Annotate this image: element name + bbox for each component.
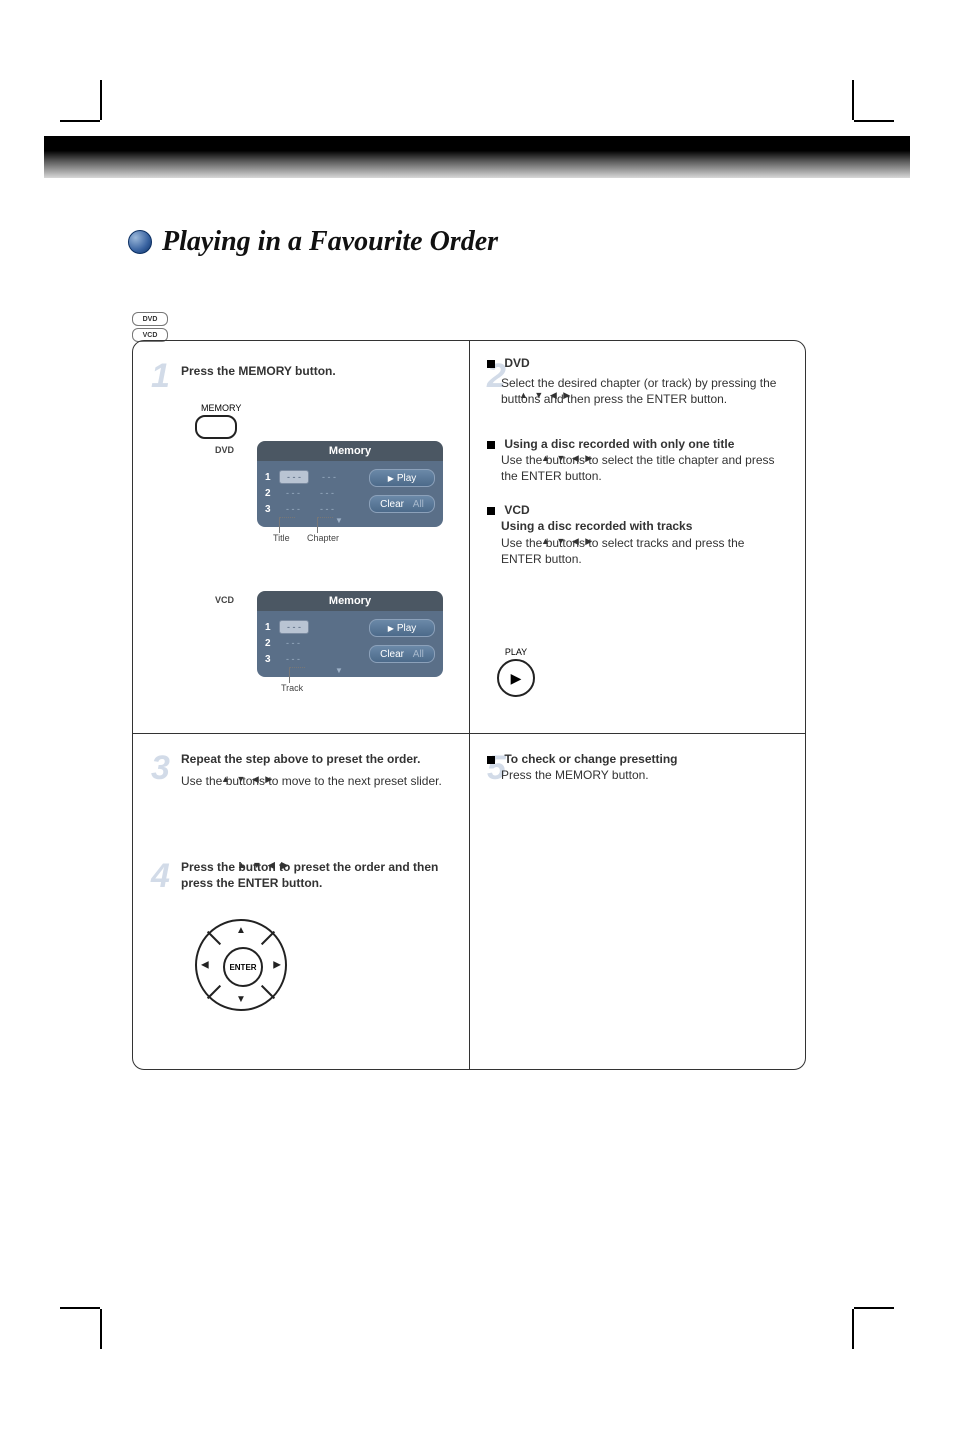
divider (469, 733, 470, 1069)
play-label: PLAY (497, 647, 535, 657)
step-1: 1 Press the MEMORY button. MEMORY Memory… (147, 341, 455, 733)
manual-page: Playing in a Favourite Order DVD VCD 1 P… (0, 0, 954, 1429)
slot: - - - (313, 487, 341, 499)
osd-clear-btn: Clear All (369, 645, 435, 663)
step2-track-line: Using a disc recorded with tracks (501, 518, 787, 534)
step2-track-body: Use the buttons to select tracks and pre… (501, 535, 787, 567)
play-button-illustration: PLAY ▶ (497, 647, 535, 697)
arrow-icons: ▲ ▼ ◀ ▶ (237, 859, 290, 871)
scroll-down-icon: ▼ (335, 666, 343, 675)
callout-track: Track (281, 683, 303, 693)
callout-chapter: Chapter (307, 533, 339, 543)
cropmark (852, 1309, 854, 1349)
callout-title: Title (273, 533, 290, 543)
dvd-badge: DVD (132, 312, 168, 326)
memory-btn-label: MEMORY (201, 403, 241, 413)
osd-dvd-label: DVD (215, 445, 234, 455)
step-number: 3 (151, 749, 170, 788)
slot-active: - - - (279, 470, 309, 484)
page-title-wrap: Playing in a Favourite Order (128, 226, 498, 258)
step5-note-body: Press the MEMORY button. (501, 767, 787, 783)
cropmark (854, 1307, 894, 1309)
slot: - - - (313, 503, 341, 515)
step3-heading: Repeat the step above to preset the orde… (181, 751, 451, 767)
cropmark (60, 120, 100, 122)
page-title: Playing in a Favourite Order (162, 226, 498, 258)
enter-center: ENTER (223, 947, 263, 987)
title-bullet-icon (128, 230, 152, 254)
arrow-icons: ▲ ▼ ◀ ▶ (221, 773, 274, 785)
step-heading: Press the MEMORY button. (181, 363, 336, 379)
slot-active: - - - (279, 620, 309, 634)
step-number: 1 (151, 357, 170, 396)
osd-play-btn: ▶Play (369, 469, 435, 487)
square-bullet-icon (487, 360, 495, 368)
slot: - - - (279, 487, 307, 499)
osd-title: Memory (257, 441, 443, 461)
step3-body: Use the buttons to move to the next pres… (181, 773, 451, 789)
osd-clear-btn: Clear All (369, 495, 435, 513)
steps-panel: 1 Press the MEMORY button. MEMORY Memory… (132, 340, 806, 1070)
divider (469, 341, 470, 733)
step4-heading: Press the button to preset the order and… (181, 859, 451, 891)
osd-title: Memory (257, 591, 443, 611)
step2-only-title-body: Use the buttons to select the title chap… (501, 452, 787, 484)
slot: - - - (279, 637, 307, 649)
square-bullet-icon (487, 507, 495, 515)
osd-body: 1- - - 2- - - 3- - - ▶Play Clear All ▼ (257, 611, 443, 677)
square-bullet-icon (487, 756, 495, 764)
scroll-down-icon: ▼ (335, 516, 343, 525)
osd-memory-dvd: Memory 1- - -- - - 2- - -- - - 3- - -- -… (257, 441, 443, 527)
slot: - - - (315, 471, 343, 483)
osd-play-btn: ▶Play (369, 619, 435, 637)
step2-vcd-label: VCD (504, 503, 529, 517)
enter-dpad-icon: ENTER ▲ ▼ ◀ ▶ (195, 919, 287, 1011)
cropmark (60, 1307, 100, 1309)
header-bar (44, 136, 910, 178)
square-bullet-icon (487, 441, 495, 449)
cropmark (100, 1309, 102, 1349)
arrow-icons: ▲ ▼ ◀ ▶ (541, 452, 594, 464)
arrow-icons: ▲ ▼ ◀ ▶ (541, 535, 594, 547)
slot: - - - (279, 503, 307, 515)
step-number: 4 (151, 857, 170, 896)
step2-dvd-label: DVD (504, 356, 529, 370)
cropmark (854, 120, 894, 122)
osd-memory-vcd: Memory 1- - - 2- - - 3- - - ▶Play Clear … (257, 591, 443, 677)
play-circle-icon: ▶ (497, 659, 535, 697)
memory-button-icon (195, 415, 237, 439)
osd-vcd-label: VCD (215, 595, 234, 605)
slot: - - - (279, 653, 307, 665)
cropmark (100, 80, 102, 120)
cropmark (852, 80, 854, 120)
step2-only-title-heading: Using a disc recorded with only one titl… (504, 437, 734, 451)
arrow-icons: ▲ ▼ ◀ ▶ (519, 389, 572, 401)
step2-heading: Select the desired chapter (or track) by… (501, 375, 787, 407)
step5-note-heading: To check or change presetting (504, 752, 677, 766)
